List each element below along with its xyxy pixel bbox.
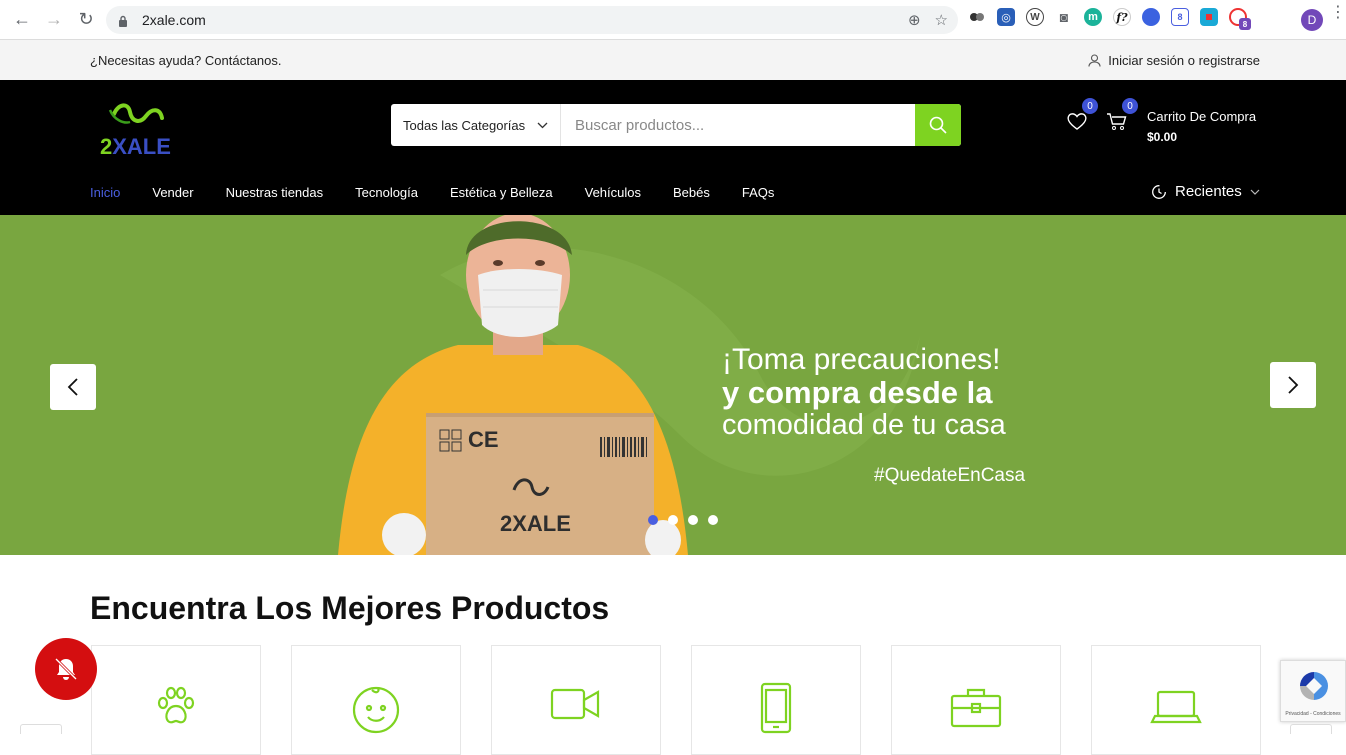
extension-dots-icon[interactable] — [968, 8, 986, 26]
chevron-down-icon — [1250, 189, 1260, 195]
category-card-pets[interactable] — [91, 645, 261, 755]
heart-icon — [1067, 113, 1087, 130]
baby-face-icon — [352, 686, 400, 734]
back-icon[interactable]: ← — [8, 6, 36, 34]
category-card-business[interactable] — [891, 645, 1061, 755]
address-bar[interactable]: 2xale.com ⊕ ☆ — [106, 6, 958, 34]
extensions-bar: ◎ W ◙ m f? 8 8 — [968, 8, 1251, 30]
cart-button[interactable]: 0 — [1106, 98, 1138, 132]
category-card-laptops[interactable] — [1091, 645, 1261, 755]
slider-next-button[interactable] — [1270, 362, 1316, 408]
box-brand-text: 2XALE — [500, 511, 571, 536]
slider-dot-1[interactable] — [648, 515, 658, 525]
search-input[interactable] — [561, 104, 915, 146]
nav-item-vehiculos[interactable]: Vehículos — [585, 185, 641, 200]
paw-icon — [157, 686, 195, 724]
carousel-next-stub[interactable] — [1290, 724, 1332, 734]
nav-item-inicio[interactable]: Inicio — [90, 185, 120, 200]
nav-item-estetica-belleza[interactable]: Estética y Belleza — [450, 185, 553, 200]
category-label: Todas las Categorías — [403, 117, 526, 133]
main-nav: Inicio Vender Nuestras tiendas Tecnologí… — [90, 185, 774, 200]
section-title: Encuentra Los Mejores Productos — [90, 590, 610, 626]
forward-icon[interactable]: → — [40, 6, 68, 34]
notification-bell-button[interactable] — [35, 638, 97, 700]
category-cards — [91, 645, 1261, 755]
logo-text[interactable]: 2XALE — [100, 134, 171, 160]
wordpress-icon[interactable]: W — [1026, 8, 1044, 26]
laptop-icon — [1150, 690, 1202, 724]
hero-hashtag: #QuedateEnCasa — [874, 465, 1026, 486]
globe-extension-icon[interactable] — [1142, 8, 1160, 26]
cart-total: $0.00 — [1147, 130, 1178, 144]
hero-headline: ¡Toma precauciones! y compra desde la co… — [722, 343, 1006, 442]
extension-badge-icon[interactable]: 8 — [1229, 8, 1251, 30]
lock-icon — [118, 14, 128, 27]
extension-badge-count: 8 — [1239, 18, 1251, 30]
camera-icon[interactable]: ◙ — [1055, 8, 1073, 26]
help-link[interactable]: ¿Necesitas ayuda? Contáctanos. — [90, 53, 282, 68]
search-bar: Todas las Categorías — [391, 104, 961, 146]
reload-icon[interactable]: ↻ — [72, 6, 100, 34]
recent-dropdown[interactable]: Recientes — [1151, 183, 1260, 200]
bookmark-star-icon[interactable]: ☆ — [935, 11, 948, 29]
login-text: Iniciar sesión o registrarse — [1108, 52, 1260, 68]
hero-line-3: comodidad de tu casa — [722, 409, 1006, 441]
category-card-video[interactable] — [491, 645, 661, 755]
nav-item-faqs[interactable]: FAQs — [742, 185, 775, 200]
site-header: 2XALE Todas las Categorías 0 0 Carrito D… — [0, 80, 1346, 215]
extension-m-icon[interactable]: m — [1084, 8, 1102, 26]
zoom-icon[interactable]: ⊕ — [908, 11, 921, 29]
cart-label: Carrito De Compra — [1147, 109, 1257, 124]
search-icon — [929, 116, 947, 134]
box-ce-mark: CE — [468, 427, 499, 452]
slider-dots — [648, 515, 718, 525]
font-extension-icon[interactable]: f? — [1113, 8, 1131, 26]
url-text: 2xale.com — [142, 12, 206, 28]
nav-item-vender[interactable]: Vender — [152, 185, 193, 200]
briefcase-icon — [950, 688, 1002, 728]
extension-blue-icon[interactable]: ◎ — [997, 8, 1015, 26]
browser-toolbar: ← → ↻ 2xale.com ⊕ ☆ ◎ W ◙ m f? 8 8 D ⋮ — [0, 0, 1346, 40]
recaptcha-text: Privacidad - Condiciones — [1285, 711, 1341, 717]
cart-count-badge: 0 — [1122, 98, 1138, 114]
recaptcha-icon — [1300, 672, 1328, 700]
user-icon — [1088, 53, 1101, 67]
extension-square-icon[interactable] — [1200, 8, 1218, 26]
smartphone-icon — [760, 682, 792, 734]
slider-dot-2[interactable] — [668, 515, 678, 525]
search-button[interactable] — [915, 104, 961, 146]
video-camera-icon — [550, 688, 600, 720]
category-card-phones[interactable] — [691, 645, 861, 755]
login-link[interactable]: Iniciar sesión o registrarse — [1088, 53, 1260, 68]
recent-label: Recientes — [1175, 183, 1242, 200]
chevron-left-icon — [67, 378, 78, 396]
profile-avatar[interactable]: D — [1301, 9, 1323, 31]
wishlist-button[interactable]: 0 — [1066, 98, 1098, 132]
category-select[interactable]: Todas las Categorías — [391, 104, 561, 146]
delivery-person-image — [338, 215, 688, 555]
header-icons: 0 0 — [1066, 98, 1146, 132]
category-card-baby[interactable] — [291, 645, 461, 755]
cart-icon — [1107, 113, 1127, 130]
slider-dot-3[interactable] — [688, 515, 698, 525]
wishlist-count-badge: 0 — [1082, 98, 1098, 114]
nav-item-nuestras-tiendas[interactable]: Nuestras tiendas — [226, 185, 324, 200]
carousel-prev-stub[interactable] — [20, 724, 62, 734]
chevron-down-icon — [537, 122, 548, 128]
hero-line-2: y compra desde la — [722, 375, 993, 410]
bell-off-icon — [54, 657, 78, 681]
hero-line-1: ¡Toma precauciones! — [722, 343, 1001, 376]
slider-dot-4[interactable] — [708, 515, 718, 525]
history-icon — [1152, 184, 1166, 199]
extension-frame-icon[interactable]: 8 — [1171, 8, 1189, 26]
nav-item-bebes[interactable]: Bebés — [673, 185, 710, 200]
top-strip: ¿Necesitas ayuda? Contáctanos. Iniciar s… — [0, 40, 1346, 80]
recaptcha-badge[interactable]: Privacidad - Condiciones — [1280, 660, 1346, 722]
hero-slider: CE 2XALE ¡Toma precauciones! y compra de… — [0, 215, 1346, 555]
chevron-right-icon — [1288, 376, 1299, 394]
browser-menu-icon[interactable]: ⋮ — [1330, 5, 1346, 21]
cart-summary[interactable]: Carrito De Compra $0.00 — [1147, 106, 1256, 148]
slider-prev-button[interactable] — [50, 364, 96, 410]
nav-item-tecnologia[interactable]: Tecnología — [355, 185, 418, 200]
